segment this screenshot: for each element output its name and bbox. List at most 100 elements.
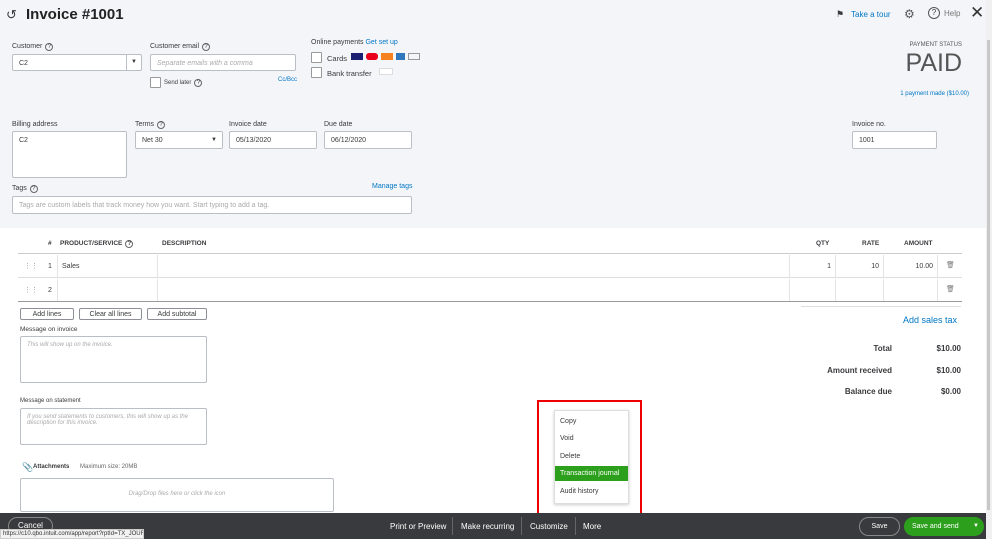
send-later-label: Send later?: [164, 79, 203, 87]
gear-icon[interactable]: ⚙: [904, 7, 915, 21]
row-product[interactable]: Sales: [57, 255, 157, 277]
add-sales-tax-link[interactable]: Add sales tax: [880, 315, 957, 325]
chevron-down-icon[interactable]: ▼: [973, 517, 979, 536]
email-input[interactable]: Separate emails with a comma: [150, 54, 296, 71]
drag-handle-icon[interactable]: ⋮⋮: [24, 286, 38, 294]
table-row[interactable]: ⋮⋮ 2 🗑: [18, 279, 962, 302]
attachments-label: Attachments: [33, 464, 70, 470]
row-qty[interactable]: 1: [789, 255, 835, 277]
trash-icon[interactable]: 🗑: [946, 261, 955, 269]
online-payments-label: Online payments Get set up: [311, 39, 398, 46]
save-button[interactable]: Save: [859, 517, 900, 536]
payments-made-link[interactable]: 1 payment made ($10.00): [880, 91, 969, 97]
clear-all-lines-button[interactable]: Clear all lines: [79, 308, 142, 320]
footer-bar: Cancel Print or Preview Make recurring C…: [0, 513, 986, 539]
chevron-down-icon: ▼: [126, 55, 141, 70]
discover-icon: [381, 53, 393, 60]
tags-label: Tags?: [12, 185, 38, 193]
col-amount: AMOUNT: [904, 240, 933, 247]
divider: [452, 517, 453, 535]
message-invoice-input[interactable]: This will show up on the invoice.: [20, 336, 207, 383]
col-description: DESCRIPTION: [162, 240, 207, 247]
col-qty: QTY: [816, 240, 830, 247]
print-preview-button[interactable]: Print or Preview: [390, 522, 446, 531]
row-amount[interactable]: 10.00: [883, 255, 938, 277]
row-amount[interactable]: [883, 279, 938, 301]
total-label: Total: [873, 344, 892, 353]
terms-label: Terms?: [135, 121, 166, 129]
status-bar-url: https://c10.qbo.intuit.com/app/report?rp…: [0, 529, 144, 539]
table-row[interactable]: ⋮⋮ 1 Sales 1 10 10.00 🗑: [18, 255, 962, 278]
manage-tags-link[interactable]: Manage tags: [372, 183, 412, 190]
amex-icon: [396, 53, 405, 60]
paperclip-icon[interactable]: 📎: [22, 462, 33, 473]
cards-label: Cards: [327, 54, 348, 63]
col-num: #: [48, 240, 52, 247]
history-icon[interactable]: ↺: [6, 7, 17, 23]
payment-status-value: PAID: [905, 49, 963, 77]
drag-handle-icon[interactable]: ⋮⋮: [24, 262, 38, 270]
billing-address-input[interactable]: C2: [12, 131, 127, 178]
due-date-input[interactable]: 06/12/2020: [324, 131, 412, 149]
row-num: 1: [48, 263, 52, 270]
divider: [521, 517, 522, 535]
message-statement-input[interactable]: If you send statements to customers, thi…: [20, 408, 207, 445]
help-link[interactable]: Help: [944, 9, 960, 18]
scrollbar[interactable]: [986, 0, 992, 539]
attachments-max-size: Maximum size: 20MB: [80, 464, 138, 470]
visa-icon: [351, 53, 363, 60]
total-value: $10.00: [936, 344, 961, 353]
take-tour-link[interactable]: Take a tour: [851, 10, 891, 19]
invoice-header-panel: [0, 0, 986, 228]
balance-due-value: $0.00: [940, 387, 961, 396]
customer-select[interactable]: C2 ▼: [12, 54, 142, 71]
row-description[interactable]: [157, 279, 789, 301]
message-invoice-label: Message on invoice: [20, 326, 78, 333]
invoice-no-input[interactable]: 1001: [852, 131, 937, 149]
row-description[interactable]: [157, 255, 789, 277]
make-recurring-button[interactable]: Make recurring: [461, 522, 514, 531]
mastercard-icon: [366, 53, 378, 60]
cc-bcc-link[interactable]: Cc/Bcc: [278, 77, 297, 83]
due-date-label: Due date: [324, 121, 353, 128]
send-later-checkbox[interactable]: [150, 77, 161, 88]
cards-checkbox[interactable]: [311, 52, 322, 63]
row-rate[interactable]: 10: [835, 255, 883, 277]
divider: [801, 306, 961, 307]
invoice-date-label: Invoice date: [229, 121, 267, 128]
terms-select[interactable]: Net 30 ▼: [135, 131, 223, 149]
close-icon[interactable]: ✕: [970, 3, 984, 23]
amount-received-value: $10.00: [936, 366, 961, 375]
invoice-date-input[interactable]: 05/13/2020: [229, 131, 317, 149]
col-product: PRODUCT/SERVICE?: [60, 240, 134, 248]
invoice-no-label: Invoice no.: [852, 121, 886, 128]
add-subtotal-button[interactable]: Add subtotal: [147, 308, 207, 320]
help-icon[interactable]: ?: [928, 7, 940, 19]
bank-icon: [379, 68, 393, 75]
tags-input[interactable]: Tags are custom labels that track money …: [12, 196, 412, 214]
customize-button[interactable]: Customize: [530, 522, 568, 531]
card-brand-icons: [351, 53, 420, 60]
message-statement-label: Message on statement: [20, 398, 81, 404]
row-product[interactable]: [57, 279, 157, 301]
row-num: 2: [48, 287, 52, 294]
divider: [575, 517, 576, 535]
page-title: Invoice #1001: [26, 6, 124, 23]
get-set-up-link[interactable]: Get set up: [365, 39, 397, 46]
email-label: Customer email?: [150, 43, 211, 51]
add-lines-button[interactable]: Add lines: [20, 308, 74, 320]
payment-status-label: PAYMENT STATUS: [909, 42, 962, 48]
chevron-down-icon: ▼: [211, 137, 217, 143]
bank-transfer-checkbox[interactable]: [311, 67, 322, 78]
trash-icon[interactable]: 🗑: [946, 285, 955, 293]
bank-transfer-label: Bank transfer: [327, 69, 372, 78]
row-rate[interactable]: [835, 279, 883, 301]
table-header: # PRODUCT/SERVICE? DESCRIPTION QTY RATE …: [18, 234, 962, 254]
save-and-send-label: Save and send: [912, 523, 959, 530]
attachments-dropzone[interactable]: Drag/Drop files here or click the icon: [20, 478, 334, 512]
row-qty[interactable]: [789, 279, 835, 301]
balance-due-label: Balance due: [844, 387, 892, 396]
customer-label: Customer?: [12, 43, 54, 51]
save-and-send-button[interactable]: Save and send ▼: [904, 517, 984, 536]
more-button[interactable]: More: [583, 522, 601, 531]
